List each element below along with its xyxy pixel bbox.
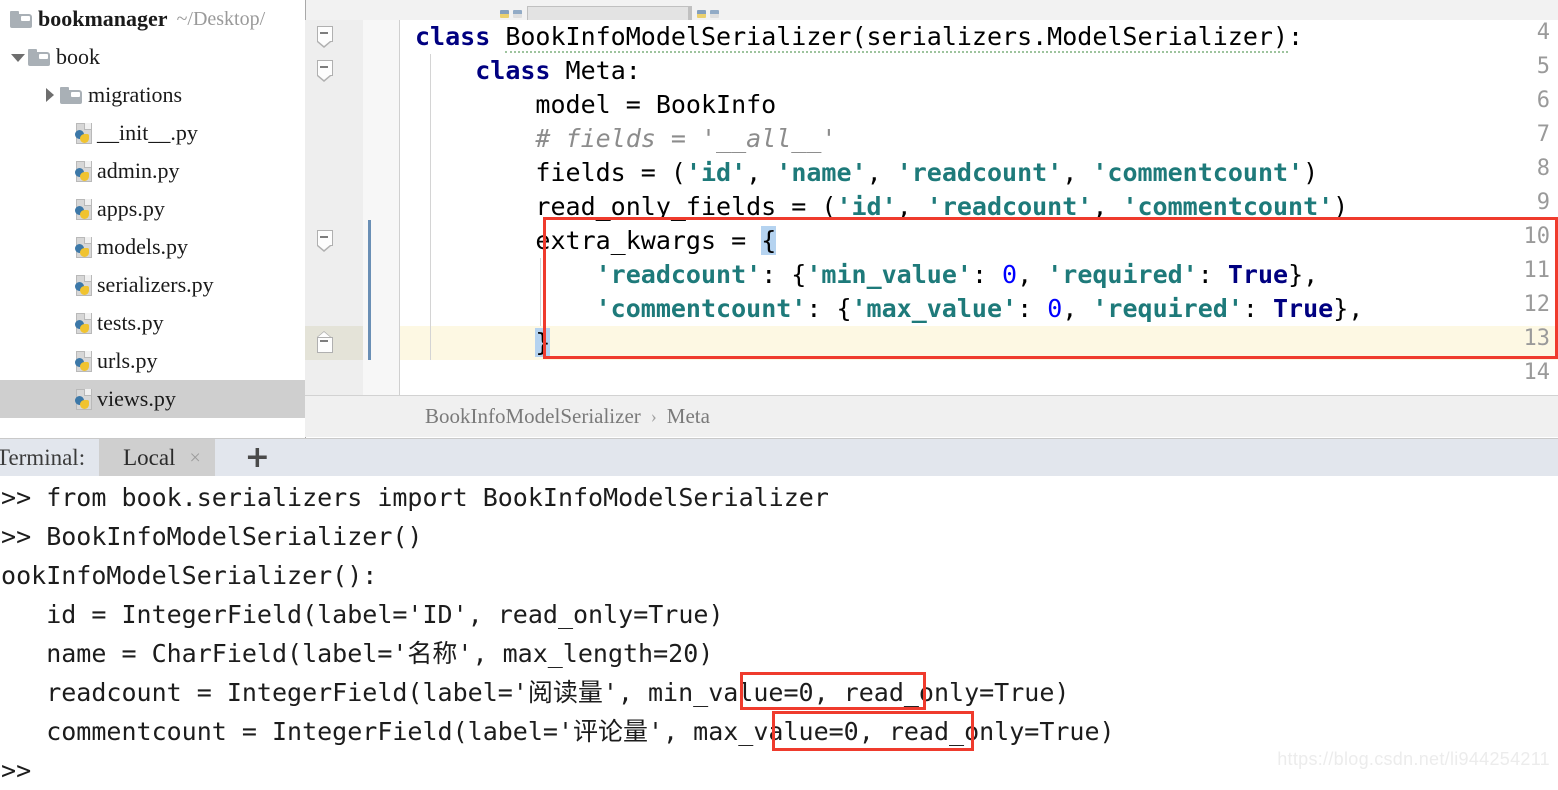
terminal-line-instantiate: >>> BookInfoModelSerializer() (0, 522, 423, 551)
code-line-14[interactable] (415, 360, 430, 394)
python-file-icon (74, 160, 94, 182)
code-line-8[interactable]: fields = ('id', 'name', 'readcount', 'co… (415, 156, 1318, 190)
fold-marker-icon[interactable] (317, 26, 333, 48)
watermark: https://blog.csdn.net/li944254211 (1277, 749, 1550, 769)
sidebar-item-tests-py[interactable]: tests.py (0, 304, 305, 342)
terminal-line-field-name: name = CharField(label='名称', max_length=… (0, 639, 714, 668)
python-file-icon (74, 274, 94, 296)
python-file-icon (74, 198, 94, 220)
line-number: 13 (1523, 326, 1551, 351)
python-file-icon (74, 350, 94, 372)
code-editor[interactable]: 4 5 6 7 8 9 10 11 12 13 14 class BookInf… (305, 20, 1558, 395)
code-line-12[interactable]: 'commentcount': {'max_value': 0, 'requir… (415, 292, 1364, 326)
sidebar-item-label: admin.py (97, 158, 180, 183)
code-line-11[interactable]: 'readcount': {'min_value': 0, 'required'… (415, 258, 1319, 292)
sidebar-item-urls-py[interactable]: urls.py (0, 342, 305, 380)
line-number: 8 (1536, 156, 1550, 181)
fold-marker-end-icon[interactable] (317, 331, 333, 353)
fold-marker-icon[interactable] (317, 60, 333, 82)
editor-tab-divider (689, 6, 692, 20)
line-number: 11 (1523, 258, 1551, 283)
python-file-icon (500, 10, 509, 18)
line-number: 12 (1523, 292, 1551, 317)
line-number: 5 (1536, 54, 1550, 79)
python-file-icon (74, 236, 94, 258)
sidebar-item-serializers-py[interactable]: serializers.py (0, 266, 305, 304)
sidebar-item-label: serializers.py (97, 272, 214, 297)
terminal-line-field-commentcount: commentcount = IntegerField(label='评论量',… (0, 717, 1115, 746)
line-number: 7 (1536, 122, 1550, 147)
folder-icon (60, 86, 82, 104)
terminal-toolbar[interactable]: Terminal: Local × + (0, 438, 1558, 477)
sidebar-item-label: views.py (97, 386, 176, 411)
line-number: 6 (1536, 88, 1550, 113)
current-line-highlight (400, 326, 1558, 360)
sidebar-item-apps-py[interactable]: apps.py (0, 190, 305, 228)
sidebar-item-views-py[interactable]: views.py (0, 380, 305, 418)
line-number: 10 (1523, 224, 1551, 249)
folder-icon (28, 48, 50, 66)
terminal-line-field-id: id = IntegerField(label='ID', read_only=… (0, 600, 724, 629)
line-number: 14 (1523, 360, 1551, 385)
sidebar-item-bookmanager[interactable]: bookmanager ~/Desktop/ (0, 0, 305, 38)
sidebar-item-label: migrations (88, 82, 183, 107)
editor-tab-active[interactable] (527, 6, 689, 20)
code-line-7[interactable]: # fields = '__all__' (415, 122, 836, 156)
code-line-5[interactable]: class Meta: (415, 54, 641, 88)
close-icon[interactable]: × (189, 448, 200, 468)
sidebar-item-label: bookmanager (38, 6, 168, 31)
sidebar-item-label: apps.py (97, 196, 165, 221)
sidebar-item-label: __init__.py (97, 120, 198, 145)
terminal-tab-label: Local (123, 445, 176, 470)
python-file-icon (697, 10, 706, 18)
terminal-line-repr-header: BookInfoModelSerializer(): (0, 561, 378, 590)
terminal-line-field-readcount: readcount = IntegerField(label='阅读量', mi… (0, 678, 1070, 707)
python-file-icon (74, 312, 94, 334)
terminal-panel-title: Terminal: (0, 445, 86, 470)
python-file-icon (710, 10, 719, 18)
code-line-10[interactable]: extra_kwargs = { (415, 224, 777, 258)
ide-window: bookmanager ~/Desktop/ book migrations _… (0, 0, 1558, 790)
line-number: 9 (1536, 190, 1550, 215)
code-line-13[interactable]: } (415, 326, 551, 360)
terminal-line-prompt: >>> (0, 756, 32, 785)
terminal-line-import: >>> from book.serializers import BookInf… (0, 483, 829, 512)
code-line-4[interactable]: class BookInfoModelSerializer(serializer… (415, 20, 1303, 54)
code-line-6[interactable]: model = BookInfo (415, 88, 776, 122)
current-line-gutter-highlight (305, 326, 363, 360)
sidebar-item-label: urls.py (97, 348, 158, 373)
line-number: 4 (1536, 20, 1550, 45)
sidebar-item-book[interactable]: book (0, 38, 305, 76)
breadcrumb-item-meta[interactable]: Meta (667, 404, 710, 429)
breadcrumb[interactable]: BookInfoModelSerializer › Meta (305, 395, 1558, 437)
chevron-down-icon[interactable] (10, 49, 26, 65)
vcs-change-marker (368, 220, 371, 360)
python-file-icon (74, 388, 94, 410)
project-path: ~/Desktop/ (176, 7, 266, 30)
python-file-icon (513, 10, 522, 18)
sidebar-item-admin-py[interactable]: admin.py (0, 152, 305, 190)
chevron-right-icon[interactable] (42, 87, 58, 103)
python-file-icon (74, 122, 94, 144)
chevron-right-icon: › (650, 406, 657, 426)
breadcrumb-item-class[interactable]: BookInfoModelSerializer (425, 404, 641, 429)
sidebar-item-label: models.py (97, 234, 189, 259)
terminal-output[interactable]: >>> from book.serializers import BookInf… (0, 476, 1558, 790)
editor-tab-strip[interactable] (305, 0, 1558, 21)
sidebar-item-label: book (56, 44, 100, 69)
sidebar-item-migrations[interactable]: migrations (0, 76, 305, 114)
add-terminal-button[interactable]: + (233, 443, 282, 473)
sidebar-item-models-py[interactable]: models.py (0, 228, 305, 266)
sidebar-item-init-py[interactable]: __init__.py (0, 114, 305, 152)
folder-icon (10, 10, 32, 28)
fold-marker-icon[interactable] (317, 230, 333, 252)
sidebar-item-label: tests.py (97, 310, 164, 335)
project-tree[interactable]: bookmanager ~/Desktop/ book migrations _… (0, 0, 306, 438)
terminal-tab-local[interactable]: Local × (99, 439, 215, 477)
code-line-9[interactable]: read_only_fields = ('id', 'readcount', '… (415, 190, 1348, 224)
